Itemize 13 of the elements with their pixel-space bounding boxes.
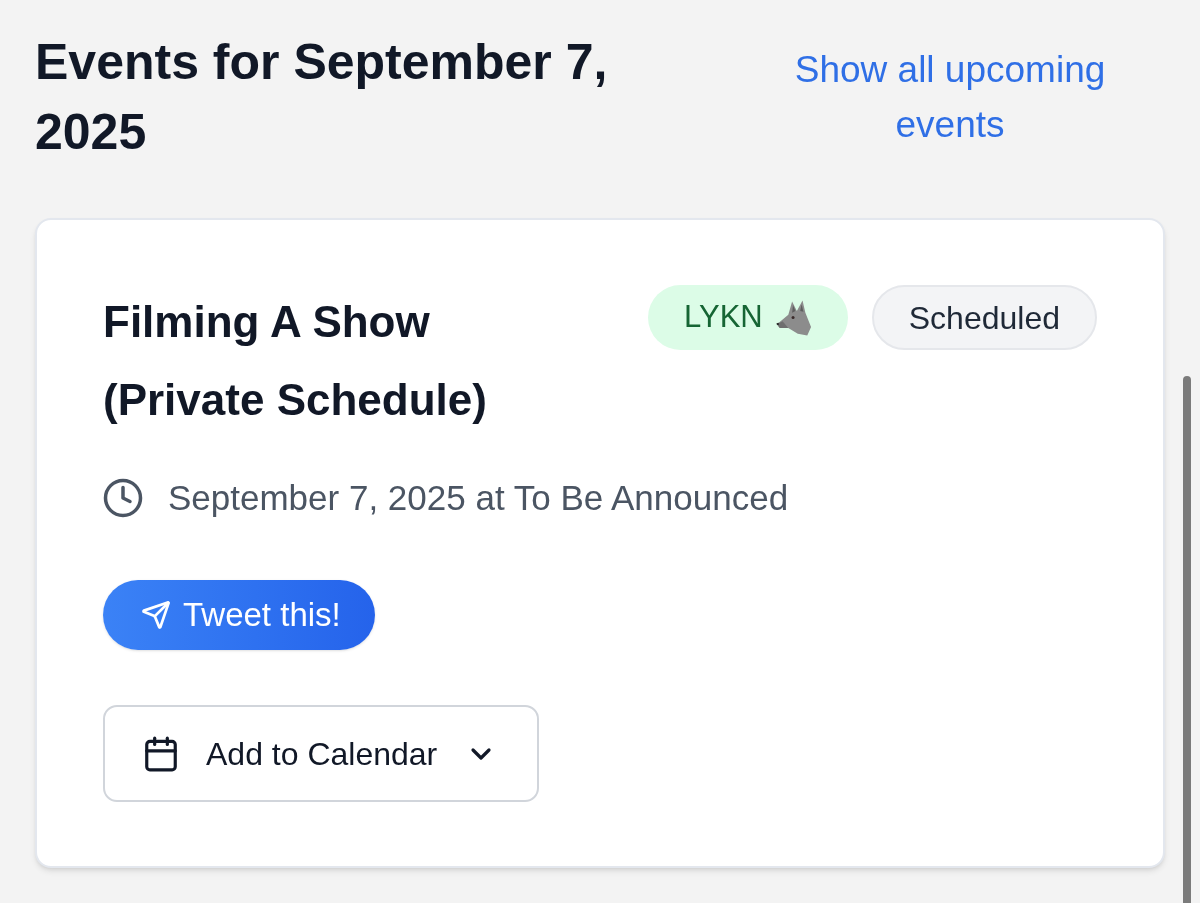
event-title: Filming A Show (Private Schedule) [103,296,488,426]
tag-label: LYKN [684,298,763,337]
wolf-icon [775,299,812,336]
calendar-icon [142,734,180,773]
scrollbar-thumb[interactable] [1183,376,1191,903]
clock-icon [102,477,144,519]
send-icon [141,600,171,630]
status-tag: Scheduled [871,285,1097,350]
add-to-calendar-dropdown[interactable]: Add to Calendar [103,705,540,802]
page-heading: Events for September 7, 2025 [35,33,609,162]
tweet-button[interactable]: Tweet this! [103,580,375,650]
event-datetime: September 7, 2025 at To Be Announced [168,476,789,519]
show-all-events-link[interactable]: Show all upcoming events [760,42,1140,152]
